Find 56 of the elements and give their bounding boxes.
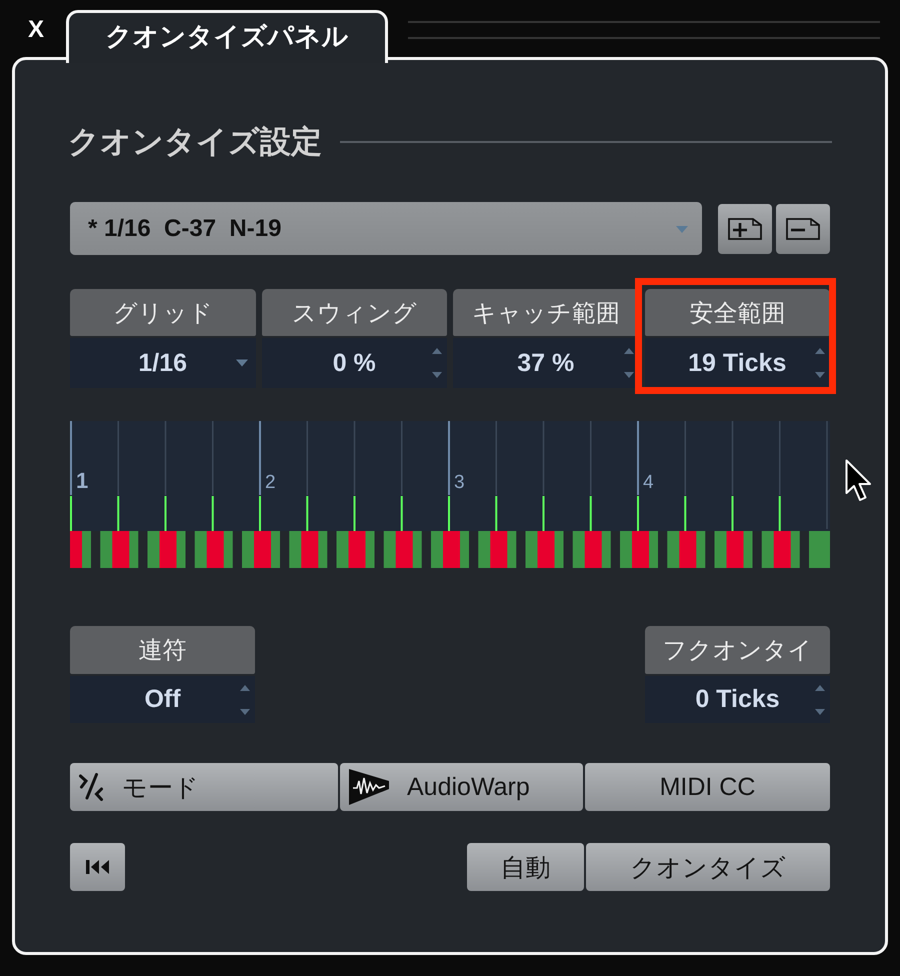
remove-preset-button[interactable] (776, 204, 830, 254)
quantize-range-marker (620, 496, 658, 568)
beat-number: 3 (454, 472, 465, 493)
quantize-range-marker (809, 531, 830, 568)
skip-back-icon (86, 860, 110, 874)
parameter-label: グリッド (70, 289, 256, 336)
quantize-range-marker (667, 496, 706, 568)
parameter-label: 連符 (70, 626, 255, 674)
apply-button[interactable]: クオンタイズ (586, 843, 830, 891)
dropdown-caret-icon[interactable] (236, 360, 248, 366)
add-preset-button[interactable] (718, 204, 772, 254)
apply-button[interactable]: 自動 (467, 843, 584, 891)
quantize-range-marker (242, 496, 280, 568)
parameter-label: スウィング (262, 289, 447, 336)
quantize-range-marker (100, 496, 138, 568)
dropdown-caret-icon (676, 226, 688, 233)
quantize-mode-icon (79, 773, 104, 801)
remove-document-icon (786, 218, 820, 240)
parameter-label: 安全範囲 (644, 289, 830, 336)
beat-number: 2 (265, 472, 276, 493)
value-field[interactable]: Off (70, 676, 255, 723)
quantize-range-marker (384, 496, 422, 568)
quantize-range-marker (194, 496, 233, 568)
spinner-arrows-icon[interactable] (815, 348, 825, 378)
quantize-range-marker (762, 496, 800, 568)
mode-button[interactable]: モード (70, 763, 338, 811)
mode-button[interactable]: AudioWarp (340, 763, 583, 811)
beat-number: 4 (643, 472, 654, 493)
value-field[interactable]: 19 Ticks (644, 338, 830, 388)
spinner-arrows-icon[interactable] (240, 684, 250, 714)
reset-button[interactable] (70, 843, 125, 891)
quantize-range-marker (70, 496, 91, 568)
quantize-range-marker (431, 496, 469, 568)
spinner-arrows-icon[interactable] (624, 348, 634, 378)
value-field[interactable]: 0 % (262, 338, 447, 388)
spinner-arrows-icon[interactable] (815, 684, 825, 714)
add-document-icon (728, 218, 762, 240)
beat-number: 1 (76, 468, 88, 493)
parameter-label: フクオンタイ (645, 626, 830, 674)
quantize-range-marker (336, 496, 374, 568)
quantize-range-marker (289, 496, 328, 568)
quantize-range-marker (572, 496, 611, 568)
preset-dropdown[interactable]: * 1/16 C-37 N-19 (70, 202, 702, 255)
value-field[interactable]: 1/16 (70, 338, 256, 388)
mouse-pointer-icon (845, 459, 872, 502)
section-title: クオンタイズ設定 (68, 123, 322, 161)
spinner-arrows-icon[interactable] (432, 348, 442, 378)
panel-tab[interactable]: クオンタイズパネル (66, 10, 388, 63)
value-field[interactable]: 0 Ticks (645, 676, 830, 723)
quantize-range-marker (526, 496, 564, 568)
quantize-range-marker (148, 496, 186, 568)
mode-button[interactable]: MIDI CC (585, 763, 830, 811)
quantize-range-marker (714, 496, 752, 568)
quantize-range-marker (478, 496, 516, 568)
waveform-flag-icon (349, 769, 389, 805)
close-button[interactable]: X (18, 12, 54, 48)
